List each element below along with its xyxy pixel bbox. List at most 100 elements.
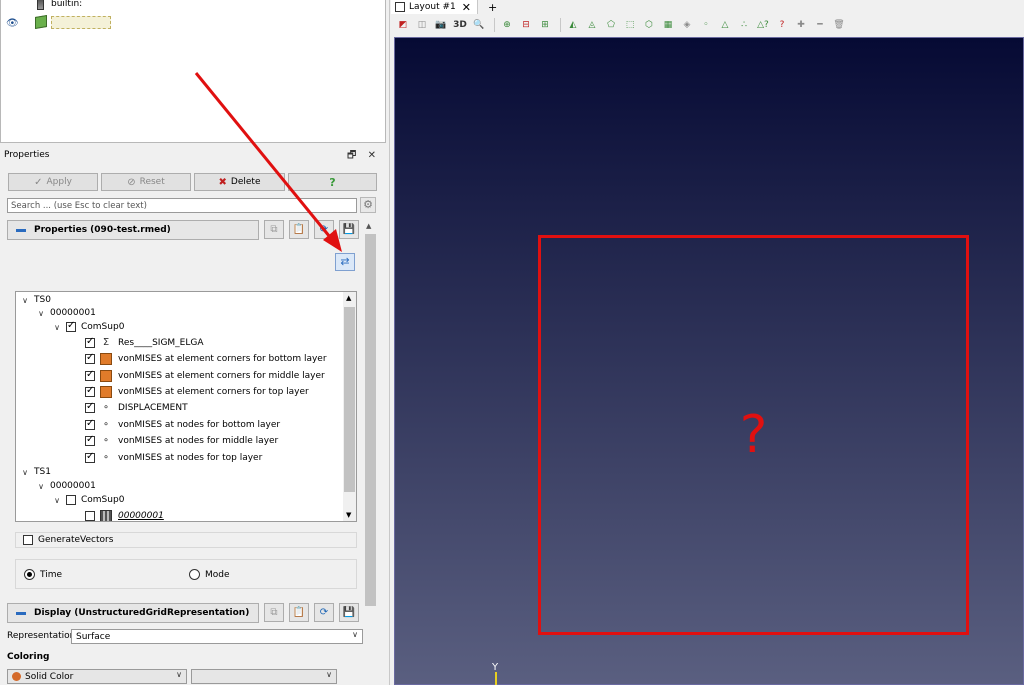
restore-defaults-icon[interactable]: ⟳ bbox=[314, 603, 334, 622]
tree-row[interactable]: ⚬ vonMISES at nodes for middle layer bbox=[85, 433, 278, 449]
split-vertical-icon[interactable]: ◫ bbox=[414, 17, 430, 33]
toggle-3d-button[interactable]: 3D bbox=[452, 17, 468, 33]
trash-icon[interactable]: 🗑 bbox=[831, 17, 847, 33]
restore-defaults-icon[interactable]: ⟳ bbox=[314, 220, 334, 239]
select-polygon-icon[interactable]: ⬡ bbox=[641, 17, 657, 33]
grow-selection-icon[interactable]: ◦ bbox=[698, 17, 714, 33]
chevron-down-icon[interactable]: ∨ bbox=[36, 309, 46, 318]
generate-vectors-row[interactable]: GenerateVectors bbox=[15, 532, 357, 548]
add-tab-button[interactable]: + bbox=[488, 1, 497, 14]
chevron-down-icon[interactable]: ∨ bbox=[20, 296, 30, 305]
properties-section-header[interactable]: Properties (090-test.rmed) bbox=[7, 220, 259, 240]
delete-button[interactable]: ✖ Delete bbox=[194, 173, 285, 191]
close-icon[interactable]: ✕ bbox=[462, 1, 471, 14]
representation-select[interactable]: Surface ∨ bbox=[71, 629, 363, 644]
checkbox[interactable] bbox=[85, 336, 95, 348]
help-button[interactable]: ? bbox=[288, 173, 377, 191]
query-icon[interactable]: △? bbox=[755, 17, 771, 33]
annotation-question-mark: ? bbox=[739, 405, 768, 465]
save-icon[interactable]: 💾 bbox=[339, 220, 359, 239]
mode-radio-option[interactable]: Mode bbox=[189, 569, 230, 580]
select-surface-points-icon[interactable]: ◬ bbox=[584, 17, 600, 33]
checkbox[interactable] bbox=[85, 511, 95, 521]
time-radio-option[interactable]: Time bbox=[24, 569, 62, 580]
tree-row[interactable]: ∨ ComSup0 bbox=[52, 492, 124, 508]
tree-row-label: vonMISES at element corners for bottom l… bbox=[118, 354, 327, 364]
checkbox[interactable] bbox=[85, 418, 95, 430]
checkbox[interactable] bbox=[85, 401, 95, 413]
chevron-down-icon[interactable]: ∨ bbox=[52, 496, 62, 505]
apply-button[interactable]: ✓ Apply bbox=[8, 173, 98, 191]
checkbox[interactable] bbox=[66, 495, 76, 505]
axis-stem bbox=[495, 672, 497, 685]
tree-row[interactable]: vonMISES at element corners for bottom l… bbox=[85, 351, 327, 367]
minus-icon[interactable]: ━ bbox=[812, 17, 828, 33]
tree-row[interactable]: ⚬ DISPLACEMENT bbox=[85, 400, 188, 416]
select-surface-cells-icon[interactable]: ◭ bbox=[565, 17, 581, 33]
search-input[interactable]: Search ... (use Esc to clear text) bbox=[7, 198, 357, 213]
component-select[interactable]: ∨ bbox=[191, 669, 337, 684]
tree-row[interactable]: ⚬ vonMISES at nodes for bottom layer bbox=[85, 417, 280, 433]
layout-tab[interactable]: Layout #1 ✕ bbox=[391, 0, 478, 14]
shrink-selection-icon[interactable]: △ bbox=[717, 17, 733, 33]
tree-row[interactable]: vonMISES at element corners for middle l… bbox=[85, 368, 325, 384]
generate-vectors-checkbox[interactable] bbox=[23, 535, 33, 545]
scroll-thumb[interactable] bbox=[344, 307, 355, 492]
checkbox[interactable] bbox=[85, 369, 95, 381]
tree-row[interactable]: 00000001 bbox=[85, 508, 164, 521]
checkbox[interactable] bbox=[66, 320, 76, 332]
eye-icon[interactable]: 👁 bbox=[6, 18, 19, 29]
reload-icon[interactable]: ⇄ bbox=[335, 253, 355, 271]
gear-icon[interactable]: ⚙ bbox=[360, 197, 376, 213]
chevron-down-icon[interactable]: ∨ bbox=[20, 468, 30, 477]
checkbox[interactable] bbox=[85, 451, 95, 463]
scroll-thumb[interactable] bbox=[365, 234, 376, 606]
paste-icon[interactable]: 📋 bbox=[289, 603, 309, 622]
time-radio[interactable] bbox=[24, 569, 35, 580]
properties-title-bar: Properties 🗗 ✕ bbox=[0, 148, 386, 162]
mode-radio[interactable] bbox=[189, 569, 200, 580]
tree-row[interactable]: ⚬ vonMISES at nodes for top layer bbox=[85, 450, 262, 466]
reset-button[interactable]: ⊘ Reset bbox=[101, 173, 191, 191]
tree-row-label: vonMISES at element corners for middle l… bbox=[118, 371, 325, 381]
coloring-select[interactable]: Solid Color ∨ bbox=[7, 669, 187, 684]
scroll-up-icon[interactable]: ▲ bbox=[366, 222, 371, 230]
copy-icon[interactable]: ⧉ bbox=[264, 220, 284, 239]
chevron-down-icon[interactable]: ∨ bbox=[36, 482, 46, 491]
hover-cells-icon[interactable]: ◈ bbox=[679, 17, 695, 33]
toolbar-separator bbox=[494, 17, 495, 32]
display-section-header[interactable]: Display (UnstructuredGridRepresentation) bbox=[7, 603, 259, 623]
tree-row[interactable]: Σ Res____SIGM_ELGA bbox=[85, 335, 204, 351]
checkbox[interactable] bbox=[85, 385, 95, 397]
pipeline-item-source[interactable] bbox=[35, 14, 111, 30]
checkbox[interactable] bbox=[85, 352, 95, 364]
paste-icon[interactable]: 📋 bbox=[289, 220, 309, 239]
camera-icon[interactable]: 📷 bbox=[433, 17, 449, 33]
chevron-down-icon[interactable]: ∨ bbox=[52, 323, 62, 332]
properties-scrollbar[interactable]: ▲ bbox=[364, 220, 377, 606]
scroll-down-icon[interactable]: ▼ bbox=[346, 511, 351, 519]
tooltip-icon[interactable]: ? bbox=[774, 17, 790, 33]
deselect-icon[interactable]: ⊟ bbox=[518, 17, 534, 33]
checkbox[interactable] bbox=[85, 434, 95, 446]
tree-row-label: ComSup0 bbox=[81, 322, 125, 332]
window-buttons[interactable]: 🗗 ✕ bbox=[347, 148, 380, 165]
scroll-up-icon[interactable]: ▲ bbox=[346, 294, 351, 302]
select-points-icon[interactable]: ⊞ bbox=[537, 17, 553, 33]
hover-points-icon[interactable]: ∴ bbox=[736, 17, 752, 33]
tree-row[interactable]: vonMISES at element corners for top laye… bbox=[85, 384, 309, 400]
save-icon[interactable]: 💾 bbox=[339, 603, 359, 622]
tree-scrollbar[interactable]: ▲ ▼ bbox=[343, 292, 356, 521]
zoom-icon[interactable]: 🔍 bbox=[471, 17, 487, 33]
plus-icon[interactable]: ✚ bbox=[793, 17, 809, 33]
layout-tab-bar: Layout #1 ✕ + bbox=[391, 0, 1024, 14]
pipeline-item-builtin[interactable]: builtin: bbox=[35, 0, 82, 11]
interactive-select-icon[interactable]: ▦ bbox=[660, 17, 676, 33]
split-horizontal-icon[interactable]: ◩ bbox=[395, 17, 411, 33]
select-frustum-icon[interactable]: ⬠ bbox=[603, 17, 619, 33]
select-cells-icon[interactable]: ⊕ bbox=[499, 17, 515, 33]
tree-row[interactable]: ∨ ComSup0 bbox=[52, 319, 124, 335]
copy-icon[interactable]: ⧉ bbox=[264, 603, 284, 622]
solid-color-icon bbox=[12, 672, 21, 681]
select-blocks-icon[interactable]: ⬚ bbox=[622, 17, 638, 33]
